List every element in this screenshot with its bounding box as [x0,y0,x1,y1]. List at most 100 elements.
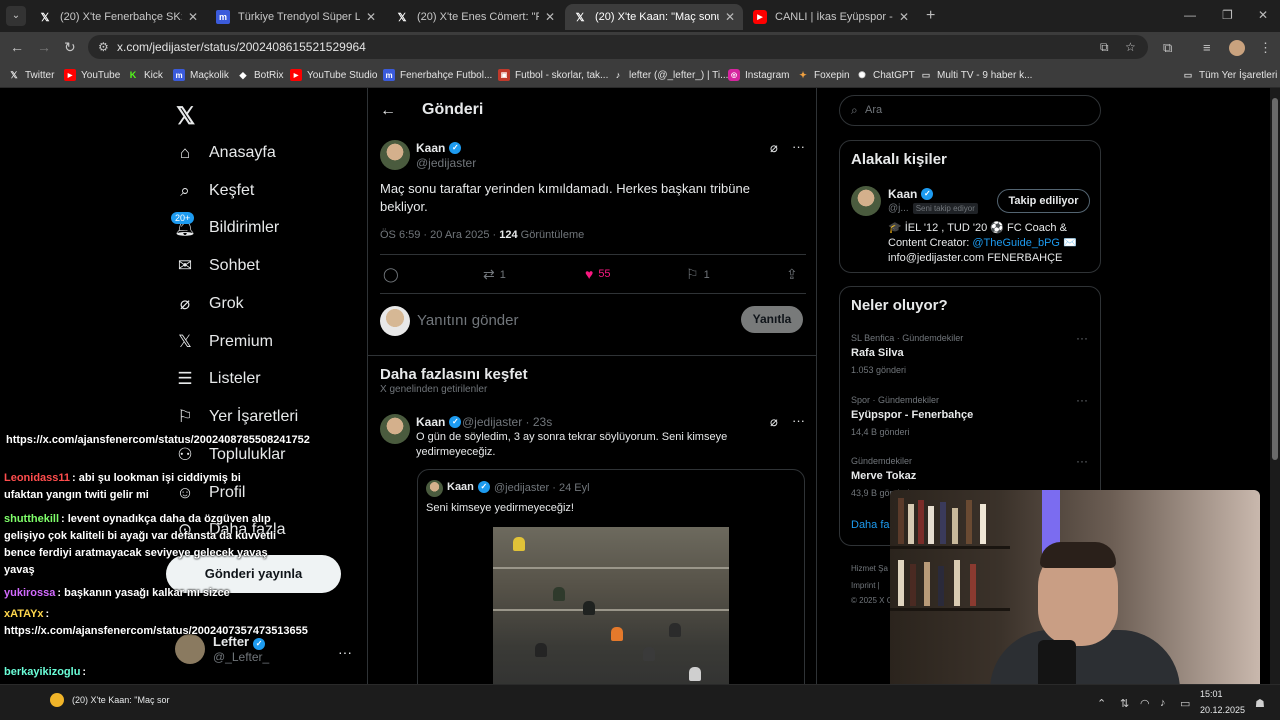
reply-submit-button[interactable]: Yanıtla [741,306,803,333]
share-button[interactable]: ⇪ [786,266,803,283]
new-tab-button[interactable]: + [926,7,935,25]
all-bookmarks[interactable]: ▭ Tüm Yer İşaretleri [1182,69,1278,81]
search-input[interactable]: ⌕ Ara [839,95,1101,126]
bookmark[interactable]: 𝕏 Twitter [8,69,54,81]
nav-bookmarks[interactable]: ⚐ Yer İşaretleri [175,407,298,427]
minimize-icon[interactable]: — [1184,8,1196,22]
reply-input[interactable]: Yanıtını gönder [417,312,518,329]
bookmark[interactable]: ▶ YouTube [64,69,120,81]
clock-time[interactable]: 15:01 [1200,689,1223,699]
bookmark[interactable]: ▶ YouTube Studio [290,69,377,81]
tiktok-icon: ♪ [615,70,621,80]
more-icon[interactable]: ··· [792,139,805,154]
more-icon[interactable]: ··· [1076,393,1088,407]
bookmark[interactable]: ▭ Multi TV - 9 haber k... [920,69,1033,81]
following-button[interactable]: Takip ediliyor [997,189,1090,213]
scrollbar-thumb[interactable] [1272,98,1278,460]
stadium-photo[interactable] [493,527,729,684]
footer-link[interactable]: Imprint | [851,581,880,590]
nav-explore[interactable]: ⌕ Keşfet [175,181,254,201]
avatar[interactable] [380,140,410,170]
browser-tab-active[interactable]: 𝕏 (20) X'te Kaan: "Maç sonu taraft ✕ [565,4,743,30]
author-name[interactable]: Kaan ✓ [416,141,462,155]
reply-button[interactable]: ◯ [383,266,404,283]
author-name[interactable]: Kaan ✓ [416,415,462,429]
nav-lists[interactable]: ☰ Listeler [175,369,260,389]
site-settings-icon[interactable]: ⚙ [98,40,109,54]
panel-title: Neler oluyor? [851,297,948,314]
trend-item[interactable]: Spor · Gündemdekiler Eyüpspor - Fenerbah… [851,395,973,437]
book [928,506,934,544]
browser-tab[interactable]: 𝕏 (20) X'te Fenerbahçe SK: "3 pua ✕ [30,4,206,30]
forward-icon[interactable]: → [37,39,51,55]
bookmark[interactable]: ◆ BotRix [237,69,284,81]
volume-icon[interactable]: ♪ [1160,697,1166,709]
install-icon[interactable]: ⧉ [1100,40,1109,55]
grok-icon[interactable]: ⌀ [770,414,778,430]
back-arrow-icon[interactable]: ← [380,102,396,120]
menu-icon[interactable]: ⋮ [1259,40,1272,56]
url-field[interactable]: ⚙ x.com/jedijaster/status/20024086155215… [88,35,1148,59]
bookmark-button[interactable]: ⚐ 1 [686,266,710,283]
search-icon: ⌕ [180,181,190,200]
chevron-up-icon[interactable]: ⌃ [1097,697,1106,710]
bookmark[interactable]: K Kick [127,69,163,81]
person-name[interactable]: Kaan ✓ [888,187,934,201]
wifi-icon[interactable]: ◠ [1140,697,1150,710]
youtube-icon: ▶ [753,10,767,24]
grok-icon[interactable]: ⌀ [770,140,778,156]
retweet-button[interactable]: ⇄ 1 [483,266,506,283]
footer-link[interactable]: Hizmet Şa [851,564,888,573]
scrollbar[interactable] [1270,88,1280,684]
bookmark[interactable]: ♪ lefter (@_lefter_) | Ti... [612,69,729,81]
bookmark[interactable]: m Fenerbahçe Futbol... [383,69,492,81]
clock-date[interactable]: 20.12.2025 [1200,705,1245,715]
browser-tab[interactable]: ▶ CANLI | İkas Eyüpspor - Fene ✕ [745,4,917,30]
bookmark[interactable]: ✺ ChatGPT [856,69,914,81]
network-icon[interactable]: ⇅ [1120,697,1129,710]
avatar[interactable] [851,186,881,216]
chat-icon[interactable]: ▭ [1180,697,1190,710]
media-icon[interactable]: ≡ [1203,40,1211,55]
close-icon[interactable]: ✕ [899,10,909,24]
reload-icon[interactable]: ↻ [64,39,76,56]
close-icon[interactable]: ✕ [545,10,555,24]
show-more-link[interactable]: Daha fa [851,519,890,531]
nav-home[interactable]: ⌂ Anasayfa [175,143,276,163]
avatar[interactable] [380,414,410,444]
bookmark[interactable]: ◎ Instagram [728,69,789,81]
nav-messages[interactable]: ✉ Sohbet [175,256,260,276]
author-handle[interactable]: @jedijaster [416,156,476,170]
more-icon[interactable]: ··· [1076,454,1088,468]
notifications-icon[interactable]: ☗ [1255,697,1265,710]
like-button[interactable]: ♥ 55 [585,266,611,282]
more-icon[interactable]: ··· [338,644,352,660]
book [980,504,986,544]
trend-item[interactable]: SL Benfica · Gündemdekiler Rafa Silva 1.… [851,333,963,375]
more-icon[interactable]: ··· [1076,331,1088,345]
close-icon[interactable]: ✕ [366,10,376,24]
extensions-icon[interactable]: ⧉ [1163,40,1172,56]
bookmark[interactable]: m Maçkolik [173,69,229,81]
nav-premium[interactable]: 𝕏 Premium [175,332,273,352]
divider [368,355,816,356]
browser-tab[interactable]: 𝕏 (20) X'te Enes Cömert: "Fenerba ✕ [387,4,563,30]
bookmark[interactable]: ✦ Foxepin [797,69,849,81]
x-logo-icon[interactable]: 𝕏 [176,102,195,131]
bookmark-star-icon[interactable]: ☆ [1125,40,1136,54]
tab-search-button[interactable]: ⌄ [6,6,26,26]
bookmark[interactable]: ▣ Futbol - skorlar, tak... [498,69,608,81]
close-icon[interactable]: ✕ [725,10,735,24]
quoted-tweet[interactable]: Kaan ✓ @jedijaster · 24 Eyl Seni kimseye … [417,469,805,684]
back-icon[interactable]: ← [10,39,24,55]
close-icon[interactable]: ✕ [188,10,198,24]
profile-avatar[interactable] [1229,40,1245,56]
restore-icon[interactable]: ❐ [1222,8,1233,22]
nav-grok[interactable]: ⌀ Grok [175,294,244,314]
author-handle[interactable]: @jedijaster · 23s [462,415,552,429]
taskbar-app[interactable]: (20) X'te Kaan: "Maç sor [50,693,169,707]
browser-tab[interactable]: m Türkiye Trendyol Süper Lig 2025 ✕ [208,4,384,30]
more-icon[interactable]: ··· [792,413,805,428]
page-title: Gönderi [422,101,484,118]
close-window-icon[interactable]: ✕ [1258,8,1268,22]
